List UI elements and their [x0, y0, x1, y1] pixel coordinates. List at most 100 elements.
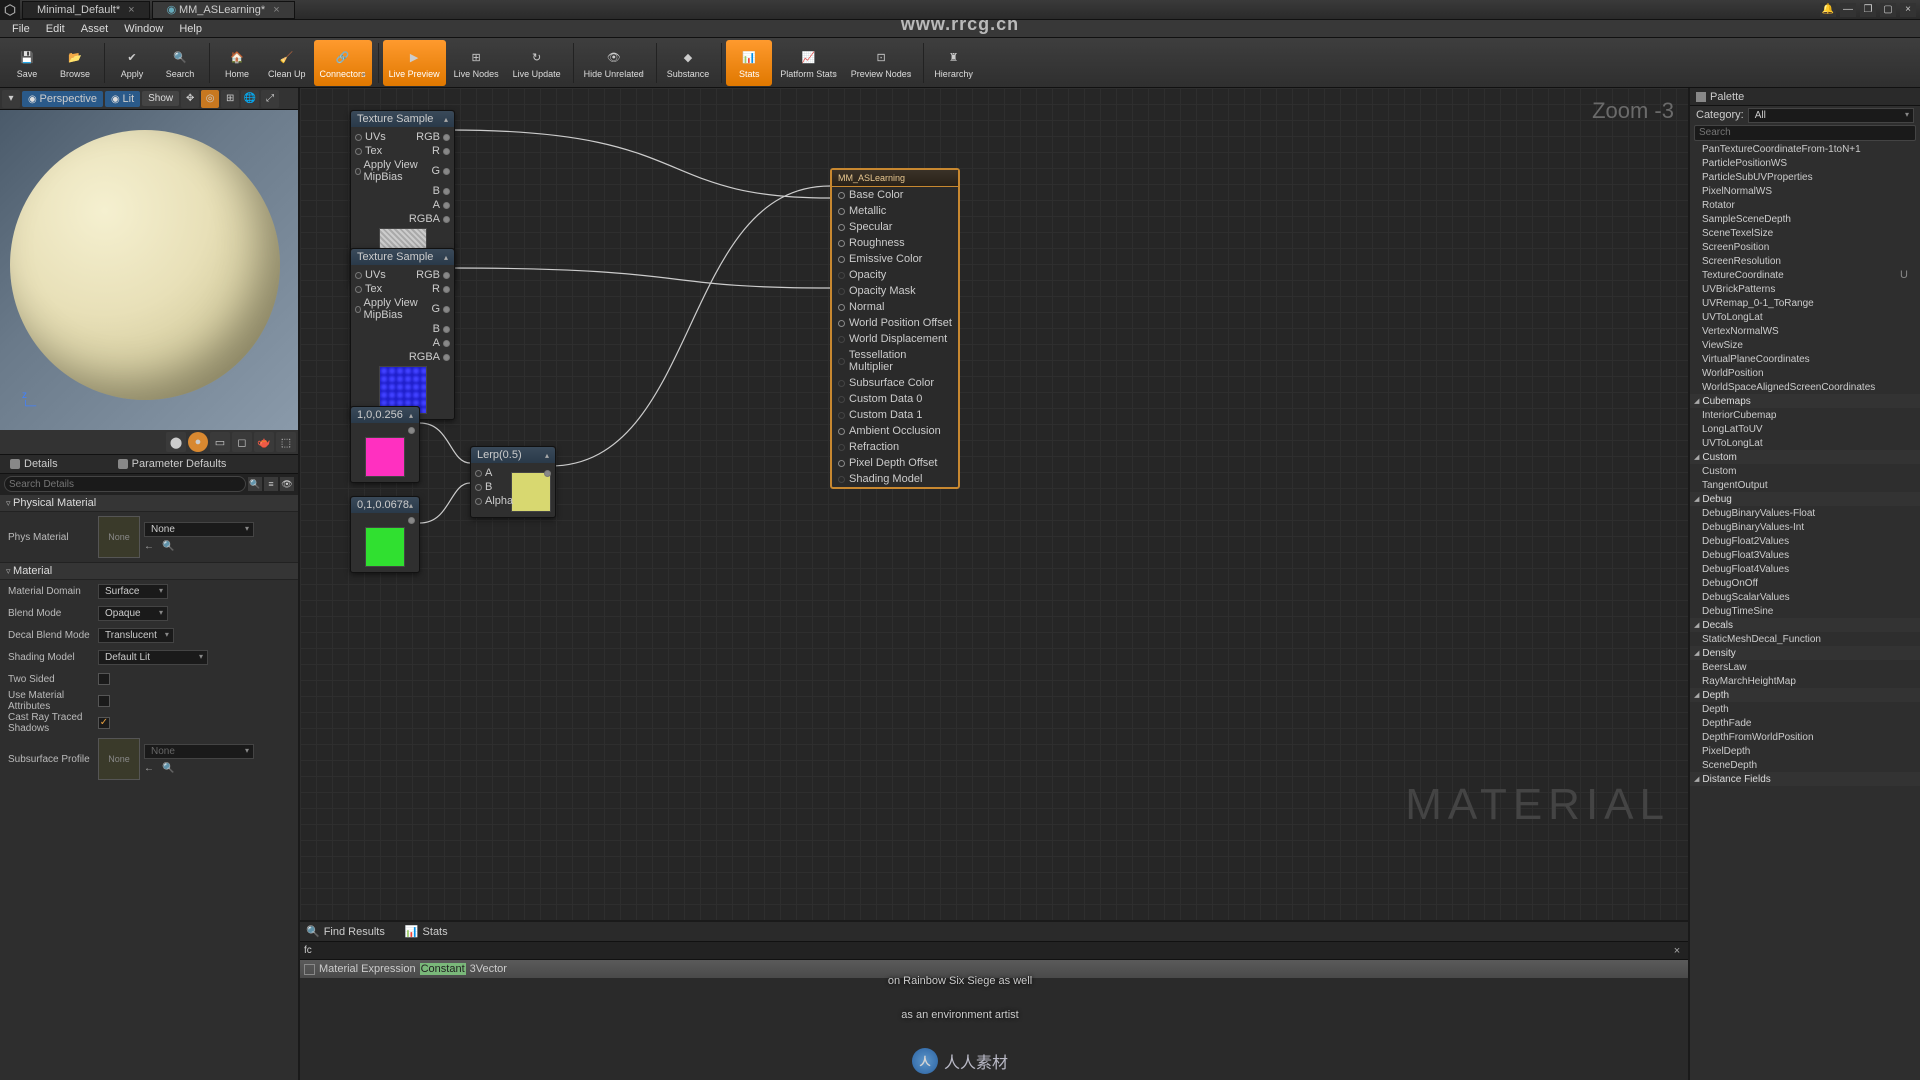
palette-item[interactable]: SampleSceneDepth	[1690, 212, 1920, 226]
cleanup-button[interactable]: 🧹Clean Up	[262, 40, 312, 86]
palette-group[interactable]: Decals	[1690, 618, 1920, 632]
globe-icon[interactable]: 🌐	[241, 90, 259, 108]
stats-button[interactable]: 📊Stats	[726, 40, 772, 86]
palette-item[interactable]: SceneDepth	[1690, 758, 1920, 772]
palette-group[interactable]: Depth	[1690, 688, 1920, 702]
filter-icon[interactable]: ≡	[264, 477, 278, 491]
node-constant-green[interactable]: 0,1,0.0678▴	[350, 496, 420, 573]
clear-icon[interactable]: ×	[1670, 945, 1684, 957]
phys-material-thumb[interactable]: None	[98, 516, 140, 558]
palette-item[interactable]: DebugTimeSine	[1690, 604, 1920, 618]
search-icon[interactable]: 🔍	[248, 477, 262, 491]
shading-model-dropdown[interactable]: Default Lit	[98, 650, 208, 665]
palette-item[interactable]: VertexNormalWS	[1690, 324, 1920, 338]
node-texture-sample-2[interactable]: Texture Sample▴ UVsRGB TexR Apply View M…	[350, 248, 455, 420]
browse-to-icon[interactable]: 🔍	[162, 763, 174, 775]
subsurface-thumb[interactable]: None	[98, 738, 140, 780]
palette-group[interactable]: Density	[1690, 646, 1920, 660]
browse-button[interactable]: 📂Browse	[52, 40, 98, 86]
palette-item[interactable]: ViewSize	[1690, 338, 1920, 352]
palette-item[interactable]: DebugFloat2Values	[1690, 534, 1920, 548]
menu-file[interactable]: File	[4, 23, 38, 35]
show-button[interactable]: Show	[142, 91, 179, 106]
snap-icon[interactable]: ✥	[181, 90, 199, 108]
cube-icon[interactable]: ◻	[232, 432, 252, 452]
subsurface-dropdown[interactable]: None	[144, 744, 254, 759]
tab-find-results[interactable]: 🔍Find Results	[306, 925, 385, 938]
platform-stats-button[interactable]: 📈Platform Stats▾	[774, 40, 843, 86]
palette-item[interactable]: TextureCoordinateU	[1690, 268, 1920, 282]
palette-group[interactable]: Custom	[1690, 450, 1920, 464]
palette-group[interactable]: Debug	[1690, 492, 1920, 506]
palette-category-dropdown[interactable]: All	[1748, 108, 1914, 123]
palette-group[interactable]: Cubemaps	[1690, 394, 1920, 408]
maximize-button[interactable]: ▢	[1880, 3, 1896, 17]
notification-icon[interactable]: 🔔	[1820, 3, 1836, 17]
close-button[interactable]: ×	[1900, 3, 1916, 17]
cylinder-icon[interactable]: ⬤	[166, 432, 186, 452]
palette-item[interactable]: DebugFloat3Values	[1690, 548, 1920, 562]
node-lerp[interactable]: Lerp(0.5)▴ A B Alpha	[470, 446, 556, 518]
palette-item[interactable]: TangentOutput	[1690, 478, 1920, 492]
hierarchy-button[interactable]: ♜Hierarchy▾	[928, 40, 979, 86]
palette-item[interactable]: PixelNormalWS	[1690, 184, 1920, 198]
palette-item[interactable]: PanTextureCoordinateFrom-1toN+1	[1690, 142, 1920, 156]
search-button[interactable]: 🔍Search	[157, 40, 203, 86]
sphere-icon[interactable]: ●	[188, 432, 208, 452]
menu-asset[interactable]: Asset	[73, 23, 117, 35]
tab-parameter-defaults[interactable]: Parameter Defaults	[108, 456, 237, 472]
connectors-button[interactable]: 🔗Connectors▾	[314, 40, 372, 86]
restore-button[interactable]: ❐	[1860, 3, 1876, 17]
live-update-button[interactable]: ↻Live Update	[507, 40, 567, 86]
decal-blend-dropdown[interactable]: Translucent	[98, 628, 174, 643]
preview-viewport[interactable]: z└─	[0, 110, 298, 430]
node-material-result[interactable]: MM_ASLearning Base Color Metallic Specul…	[830, 168, 960, 489]
palette-item[interactable]: InteriorCubemap	[1690, 408, 1920, 422]
collapse-icon[interactable]: ▴	[444, 115, 448, 124]
material-graph[interactable]: Zoom -3 MATERIAL Texture Sample▴ UVsRGB …	[300, 88, 1688, 920]
palette-item[interactable]: SceneTexelSize	[1690, 226, 1920, 240]
palette-item[interactable]: DebugFloat4Values	[1690, 562, 1920, 576]
palette-item[interactable]: UVBrickPatterns	[1690, 282, 1920, 296]
palette-item[interactable]: UVRemap_0-1_ToRange	[1690, 296, 1920, 310]
palette-item[interactable]: RayMarchHeightMap	[1690, 674, 1920, 688]
blend-mode-dropdown[interactable]: Opaque	[98, 606, 168, 621]
palette-item[interactable]: WorldPosition	[1690, 366, 1920, 380]
palette-item[interactable]: DepthFade	[1690, 716, 1920, 730]
hide-unrelated-button[interactable]: 👁Hide Unrelated▾	[578, 40, 650, 86]
perspective-button[interactable]: ◉ Perspective	[22, 91, 103, 107]
category-physical-material[interactable]: Physical Material	[0, 494, 298, 512]
menu-window[interactable]: Window	[116, 23, 171, 35]
menu-edit[interactable]: Edit	[38, 23, 73, 35]
tab-details[interactable]: Details	[0, 456, 68, 472]
palette-item[interactable]: ScreenResolution	[1690, 254, 1920, 268]
result-checkbox[interactable]	[304, 964, 315, 975]
eye-icon[interactable]: 👁	[280, 477, 294, 491]
palette-item[interactable]: LongLatToUV	[1690, 422, 1920, 436]
lit-button[interactable]: ◉ Lit	[105, 91, 140, 107]
grid-icon[interactable]: ⊞	[221, 90, 239, 108]
tab-minimal-default[interactable]: Minimal_Default*×	[22, 1, 150, 19]
menu-help[interactable]: Help	[171, 23, 210, 35]
save-button[interactable]: 💾Save	[4, 40, 50, 86]
palette-group[interactable]: Distance Fields	[1690, 772, 1920, 786]
palette-item[interactable]: Depth	[1690, 702, 1920, 716]
palette-item[interactable]: Rotator	[1690, 198, 1920, 212]
tab-mm-aslearning[interactable]: ◉ MM_ASLearning*×	[152, 1, 295, 19]
details-search-input[interactable]	[4, 476, 246, 492]
category-material[interactable]: Material	[0, 562, 298, 580]
apply-button[interactable]: ✔Apply	[109, 40, 155, 86]
palette-item[interactable]: ParticleSubUVProperties	[1690, 170, 1920, 184]
two-sided-checkbox[interactable]	[98, 673, 110, 685]
browse-to-icon[interactable]: 🔍	[162, 541, 174, 553]
palette-item[interactable]: DebugBinaryValues-Float	[1690, 506, 1920, 520]
live-preview-button[interactable]: ▶Live Preview	[383, 40, 446, 86]
palette-item[interactable]: DebugScalarValues	[1690, 590, 1920, 604]
teapot-icon[interactable]: 🫖	[254, 432, 274, 452]
use-material-attr-checkbox[interactable]	[98, 695, 110, 707]
minimize-button[interactable]: —	[1840, 3, 1856, 17]
palette-item[interactable]: DebugBinaryValues-Int	[1690, 520, 1920, 534]
find-input[interactable]	[304, 945, 1670, 956]
tab-stats[interactable]: 📊Stats	[405, 925, 448, 938]
cast-ray-traced-checkbox[interactable]	[98, 717, 110, 729]
